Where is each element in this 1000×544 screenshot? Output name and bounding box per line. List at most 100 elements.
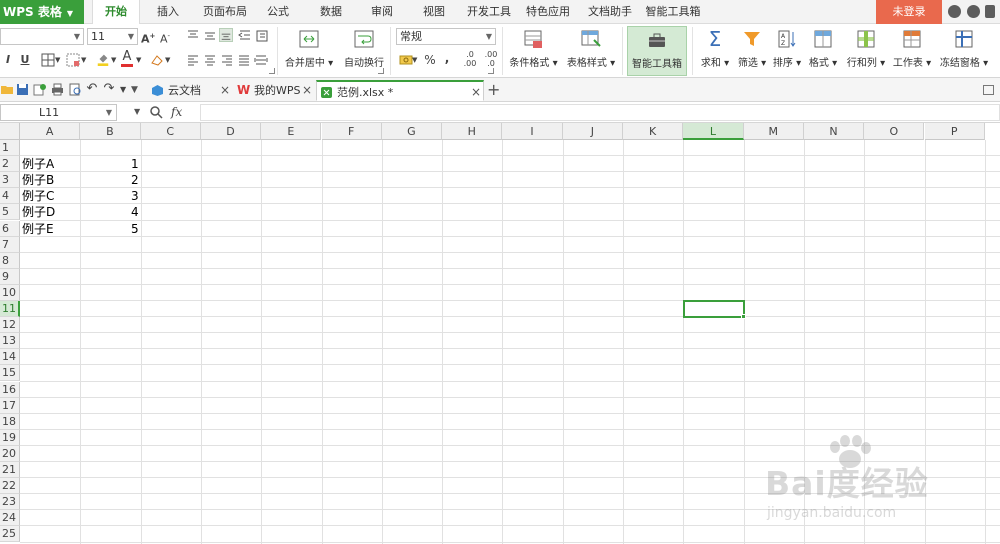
menu-tab-2[interactable]: 页面布局 (196, 0, 254, 24)
cell-b[interactable]: 1 (80, 156, 140, 172)
column-header[interactable]: B (80, 123, 141, 140)
column-header[interactable]: N (803, 123, 865, 140)
formula-input[interactable] (200, 104, 1000, 121)
format-button[interactable]: 格式 ▾ (806, 26, 840, 76)
row-header[interactable]: 14 (0, 349, 20, 366)
menu-tab-0[interactable]: 开始 (92, 0, 140, 25)
tab-cloud-docs[interactable]: 云文档 × (148, 80, 232, 101)
row-header[interactable]: 18 (0, 413, 20, 430)
column-header[interactable]: J (562, 123, 623, 140)
row-header[interactable]: 6 (0, 220, 20, 237)
print-icon[interactable] (51, 83, 64, 96)
chevron-down-icon[interactable]: ▼ (412, 52, 417, 68)
quick-access-more-icon[interactable]: ▼ (131, 82, 138, 98)
border-icon[interactable] (41, 53, 55, 67)
row-header[interactable]: 7 (0, 236, 20, 253)
cell-b[interactable]: 5 (80, 221, 140, 237)
menu-tab-6[interactable]: 视图 (412, 0, 456, 24)
row-header[interactable]: 12 (0, 317, 20, 334)
sum-button[interactable]: Σ 求和 ▾ (697, 26, 733, 76)
sort-button[interactable]: AZ 排序 ▾ (771, 26, 803, 76)
row-header[interactable]: 4 (0, 188, 20, 205)
row-header[interactable]: 17 (0, 397, 20, 414)
cell-style-icon[interactable] (66, 53, 80, 67)
selected-cell[interactable] (683, 300, 746, 320)
column-header[interactable]: P (924, 123, 985, 140)
feedback-icon[interactable] (967, 5, 980, 18)
column-header[interactable]: A (20, 123, 81, 140)
decrease-decimal-icon[interactable]: .00.0 (482, 50, 500, 68)
row-header[interactable]: 2 (0, 156, 20, 173)
fill-handle[interactable] (740, 314, 746, 320)
conditional-format-button[interactable]: 条件格式 ▾ (506, 26, 561, 76)
justify-icon[interactable] (237, 53, 251, 67)
insert-function-icon[interactable]: fx (171, 104, 182, 120)
increase-font-icon[interactable]: A+ (141, 28, 155, 48)
chevron-down-icon[interactable]: ▼ (120, 82, 126, 98)
column-header[interactable]: M (743, 123, 804, 140)
chevron-down-icon[interactable]: ▼ (81, 52, 86, 68)
number-format-dropdown[interactable]: 常规 ▼ (396, 28, 496, 45)
namebox-more-icon[interactable]: ▼ (134, 104, 140, 120)
name-box[interactable]: L11 ▼ (0, 104, 117, 121)
row-header[interactable]: 24 (0, 510, 20, 527)
distributed-align-icon[interactable] (254, 53, 268, 67)
increase-decimal-icon[interactable]: .0.00 (461, 50, 479, 68)
row-header[interactable]: 5 (0, 204, 20, 221)
column-header[interactable]: K (623, 123, 684, 140)
undo-icon[interactable]: ↶ (86, 81, 98, 97)
settings-icon[interactable] (985, 5, 995, 18)
font-color-icon[interactable]: A (121, 50, 133, 67)
merge-center-button[interactable]: 合并居中 ▾ (282, 26, 336, 76)
freeze-panes-button[interactable]: 冻结窗格 ▾ (938, 26, 990, 76)
align-middle-icon[interactable] (203, 29, 217, 43)
tab-workbook[interactable]: 范例.xlsx * × (316, 80, 484, 101)
row-header[interactable]: 10 (0, 284, 20, 301)
worksheet-button[interactable]: 工作表 ▾ (891, 26, 933, 76)
menu-tab-9[interactable]: 文档助手 (581, 0, 639, 24)
column-header[interactable]: E (261, 123, 322, 140)
font-size-dropdown[interactable]: 11 ▼ (87, 28, 138, 45)
alignment-launcher-icon[interactable] (269, 68, 275, 74)
row-header[interactable]: 15 (0, 365, 20, 382)
column-header[interactable]: C (140, 123, 201, 140)
chevron-down-icon[interactable]: ▼ (136, 52, 141, 68)
column-header[interactable]: L (683, 123, 744, 140)
row-header[interactable]: 1 (0, 140, 20, 156)
column-header[interactable]: F (321, 123, 382, 140)
number-launcher-icon[interactable] (488, 68, 494, 74)
decrease-font-icon[interactable]: A- (158, 28, 172, 48)
row-header[interactable]: 21 (0, 462, 20, 478)
cell-b[interactable]: 4 (80, 204, 140, 220)
chevron-down-icon[interactable]: ▼ (111, 52, 116, 68)
print-preview-icon[interactable] (69, 83, 82, 96)
tab-list-icon[interactable] (983, 85, 994, 95)
fill-color-icon[interactable] (96, 52, 110, 66)
row-header[interactable]: 20 (0, 445, 20, 462)
column-header[interactable]: G (381, 123, 443, 140)
select-all-corner[interactable] (0, 123, 20, 140)
row-col-button[interactable]: 行和列 ▾ (845, 26, 887, 76)
save-icon[interactable] (16, 83, 29, 96)
row-header[interactable]: 22 (0, 478, 20, 495)
clear-format-icon[interactable] (150, 53, 164, 67)
indent-decrease-icon[interactable] (238, 29, 252, 43)
italic-icon[interactable]: I (3, 52, 13, 68)
row-header[interactable]: 9 (0, 268, 20, 285)
align-top-icon[interactable] (186, 29, 200, 43)
font-name-dropdown[interactable]: ▼ (0, 28, 84, 45)
chevron-down-icon[interactable]: ▼ (55, 52, 60, 68)
cell-a[interactable]: 例子E (20, 221, 80, 237)
currency-icon[interactable] (399, 53, 413, 67)
align-left-icon[interactable] (186, 53, 200, 67)
align-launcher-icon[interactable] (378, 68, 384, 74)
menu-tab-10[interactable]: 智能工具箱 (644, 0, 702, 24)
cell-b[interactable]: 3 (80, 188, 140, 204)
menu-tab-1[interactable]: 插入 (148, 0, 188, 24)
column-header[interactable]: D (200, 123, 262, 140)
row-header[interactable]: 16 (0, 381, 20, 398)
app-menu-button[interactable]: WPS 表格 ▼ (0, 0, 84, 24)
row-header[interactable]: 23 (0, 494, 20, 511)
column-header[interactable]: H (442, 123, 503, 140)
row-header[interactable]: 19 (0, 429, 20, 446)
